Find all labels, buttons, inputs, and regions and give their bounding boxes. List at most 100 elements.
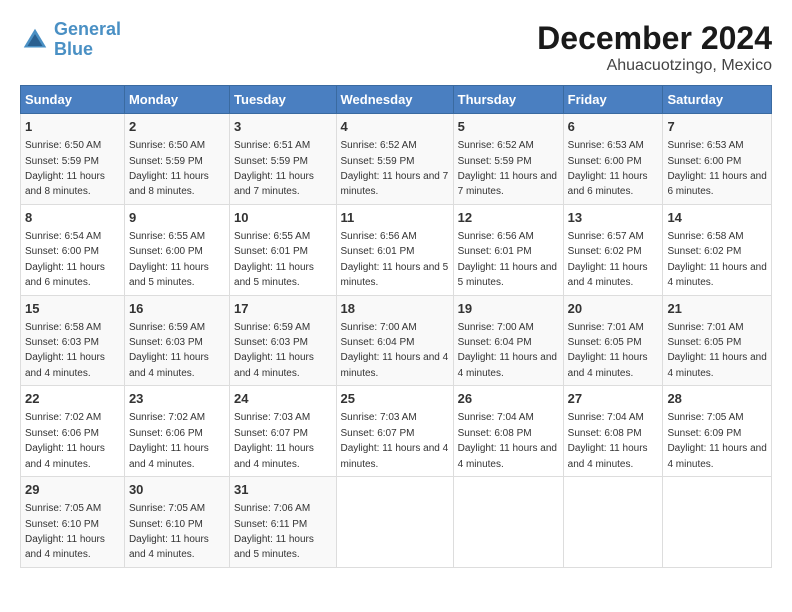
calendar-cell: 31Sunrise: 7:06 AMSunset: 6:11 PMDayligh… <box>230 477 336 568</box>
day-number: 19 <box>458 300 559 318</box>
calendar-cell: 14 Sunrise: 6:58 AMSunset: 6:02 PMDayligh… <box>663 204 772 295</box>
day-number: 22 <box>25 390 120 408</box>
logo: GeneralBlue <box>20 20 121 60</box>
day-number: 9 <box>129 209 225 227</box>
calendar-table: Sunday Monday Tuesday Wednesday Thursday… <box>20 85 772 568</box>
logo-text: GeneralBlue <box>54 20 121 60</box>
calendar-row: 1 Sunrise: 6:50 AMSunset: 5:59 PMDaylight… <box>21 114 772 205</box>
calendar-cell: 9 Sunrise: 6:55 AMSunset: 6:00 PMDaylight… <box>124 204 229 295</box>
day-info: Sunrise: 6:58 AMSunset: 6:02 PMDaylight:… <box>667 231 766 288</box>
day-number: 10 <box>234 209 331 227</box>
col-saturday: Saturday <box>663 86 772 114</box>
day-info: Sunrise: 6:54 AMSunset: 6:00 PMDaylight:… <box>25 231 105 288</box>
day-info: Sunrise: 6:56 AMSunset: 6:01 PMDaylight:… <box>458 231 557 288</box>
col-tuesday: Tuesday <box>230 86 336 114</box>
calendar-cell: 19Sunrise: 7:00 AMSunset: 6:04 PMDayligh… <box>453 295 563 386</box>
day-info: Sunrise: 7:05 AMSunset: 6:10 PMDaylight:… <box>129 503 209 560</box>
calendar-cell: 25Sunrise: 7:03 AMSunset: 6:07 PMDayligh… <box>336 386 453 477</box>
day-number: 2 <box>129 118 225 136</box>
day-number: 17 <box>234 300 331 318</box>
day-info: Sunrise: 7:05 AMSunset: 6:09 PMDaylight:… <box>667 412 766 469</box>
day-info: Sunrise: 7:04 AMSunset: 6:08 PMDaylight:… <box>458 412 557 469</box>
calendar-cell: 30Sunrise: 7:05 AMSunset: 6:10 PMDayligh… <box>124 477 229 568</box>
day-info: Sunrise: 6:52 AMSunset: 5:59 PMDaylight:… <box>341 140 449 197</box>
logo-icon <box>20 25 50 55</box>
day-number: 20 <box>568 300 659 318</box>
calendar-cell: 7 Sunrise: 6:53 AMSunset: 6:00 PMDaylight… <box>663 114 772 205</box>
calendar-cell: 8 Sunrise: 6:54 AMSunset: 6:00 PMDaylight… <box>21 204 125 295</box>
calendar-cell <box>453 477 563 568</box>
calendar-cell: 12 Sunrise: 6:56 AMSunset: 6:01 PMDayligh… <box>453 204 563 295</box>
day-info: Sunrise: 6:50 AMSunset: 5:59 PMDaylight:… <box>129 140 209 197</box>
day-info: Sunrise: 7:02 AMSunset: 6:06 PMDaylight:… <box>129 412 209 469</box>
calendar-cell: 2 Sunrise: 6:50 AMSunset: 5:59 PMDaylight… <box>124 114 229 205</box>
day-info: Sunrise: 6:55 AMSunset: 6:01 PMDaylight:… <box>234 231 314 288</box>
day-info: Sunrise: 6:57 AMSunset: 6:02 PMDaylight:… <box>568 231 648 288</box>
day-number: 26 <box>458 390 559 408</box>
day-info: Sunrise: 7:00 AMSunset: 6:04 PMDaylight:… <box>341 322 449 379</box>
calendar-row: 15 Sunrise: 6:58 AMSunset: 6:03 PMDayligh… <box>21 295 772 386</box>
month-title: December 2024 <box>537 20 772 57</box>
calendar-cell: 5 Sunrise: 6:52 AMSunset: 5:59 PMDaylight… <box>453 114 563 205</box>
calendar-cell: 16Sunrise: 6:59 AMSunset: 6:03 PMDayligh… <box>124 295 229 386</box>
day-number: 31 <box>234 481 331 499</box>
calendar-body: 1 Sunrise: 6:50 AMSunset: 5:59 PMDaylight… <box>21 114 772 568</box>
day-info: Sunrise: 7:03 AMSunset: 6:07 PMDaylight:… <box>341 412 449 469</box>
calendar-cell <box>563 477 663 568</box>
day-number: 29 <box>25 481 120 499</box>
page-header: GeneralBlue December 2024 Ahuacuotzingo,… <box>20 20 772 75</box>
calendar-row: 8 Sunrise: 6:54 AMSunset: 6:00 PMDaylight… <box>21 204 772 295</box>
calendar-cell <box>336 477 453 568</box>
day-info: Sunrise: 6:53 AMSunset: 6:00 PMDaylight:… <box>667 140 766 197</box>
calendar-cell: 4Sunrise: 6:52 AMSunset: 5:59 PMDaylight… <box>336 114 453 205</box>
day-info: Sunrise: 6:59 AMSunset: 6:03 PMDaylight:… <box>234 322 314 379</box>
day-info: Sunrise: 7:02 AMSunset: 6:06 PMDaylight:… <box>25 412 105 469</box>
day-info: Sunrise: 7:04 AMSunset: 6:08 PMDaylight:… <box>568 412 648 469</box>
day-info: Sunrise: 7:01 AMSunset: 6:05 PMDaylight:… <box>667 322 766 379</box>
calendar-cell: 1Sunrise: 6:50 AMSunset: 5:59 PMDaylight… <box>21 114 125 205</box>
title-block: December 2024 Ahuacuotzingo, Mexico <box>537 20 772 75</box>
calendar-cell: 13Sunrise: 6:57 AMSunset: 6:02 PMDayligh… <box>563 204 663 295</box>
calendar-row: 29 Sunrise: 7:05 AMSunset: 6:10 PMDayligh… <box>21 477 772 568</box>
col-thursday: Thursday <box>453 86 563 114</box>
day-info: Sunrise: 6:58 AMSunset: 6:03 PMDaylight:… <box>25 322 105 379</box>
day-number: 12 <box>458 209 559 227</box>
day-number: 27 <box>568 390 659 408</box>
calendar-cell: 28 Sunrise: 7:05 AMSunset: 6:09 PMDayligh… <box>663 386 772 477</box>
calendar-cell: 23 Sunrise: 7:02 AMSunset: 6:06 PMDayligh… <box>124 386 229 477</box>
col-wednesday: Wednesday <box>336 86 453 114</box>
day-info: Sunrise: 7:03 AMSunset: 6:07 PMDaylight:… <box>234 412 314 469</box>
col-sunday: Sunday <box>21 86 125 114</box>
calendar-cell: 29Sunrise: 7:05 AMSunset: 6:10 PMDayligh… <box>21 477 125 568</box>
day-number: 3 <box>234 118 331 136</box>
calendar-cell: 22 Sunrise: 7:02 AMSunset: 6:06 PMDayligh… <box>21 386 125 477</box>
day-number: 11 <box>341 209 449 227</box>
day-number: 28 <box>667 390 767 408</box>
day-info: Sunrise: 7:01 AMSunset: 6:05 PMDaylight:… <box>568 322 648 379</box>
day-info: Sunrise: 6:51 AMSunset: 5:59 PMDaylight:… <box>234 140 314 197</box>
day-info: Sunrise: 6:52 AMSunset: 5:59 PMDaylight:… <box>458 140 557 197</box>
day-number: 24 <box>234 390 331 408</box>
day-number: 14 <box>667 209 767 227</box>
calendar-cell: 21Sunrise: 7:01 AMSunset: 6:05 PMDayligh… <box>663 295 772 386</box>
calendar-cell: 26 Sunrise: 7:04 AMSunset: 6:08 PMDayligh… <box>453 386 563 477</box>
day-number: 15 <box>25 300 120 318</box>
day-number: 5 <box>458 118 559 136</box>
col-monday: Monday <box>124 86 229 114</box>
day-info: Sunrise: 6:53 AMSunset: 6:00 PMDaylight:… <box>568 140 648 197</box>
calendar-cell: 17 Sunrise: 6:59 AMSunset: 6:03 PMDayligh… <box>230 295 336 386</box>
day-number: 1 <box>25 118 120 136</box>
calendar-cell: 3 Sunrise: 6:51 AMSunset: 5:59 PMDaylight… <box>230 114 336 205</box>
location-title: Ahuacuotzingo, Mexico <box>537 57 772 75</box>
calendar-cell <box>663 477 772 568</box>
day-number: 23 <box>129 390 225 408</box>
calendar-cell: 24 Sunrise: 7:03 AMSunset: 6:07 PMDayligh… <box>230 386 336 477</box>
calendar-cell: 15 Sunrise: 6:58 AMSunset: 6:03 PMDayligh… <box>21 295 125 386</box>
day-number: 8 <box>25 209 120 227</box>
calendar-cell: 20 Sunrise: 7:01 AMSunset: 6:05 PMDayligh… <box>563 295 663 386</box>
day-info: Sunrise: 6:56 AMSunset: 6:01 PMDaylight:… <box>341 231 449 288</box>
calendar-cell: 27 Sunrise: 7:04 AMSunset: 6:08 PMDayligh… <box>563 386 663 477</box>
day-number: 7 <box>667 118 767 136</box>
day-number: 6 <box>568 118 659 136</box>
day-info: Sunrise: 6:55 AMSunset: 6:00 PMDaylight:… <box>129 231 209 288</box>
